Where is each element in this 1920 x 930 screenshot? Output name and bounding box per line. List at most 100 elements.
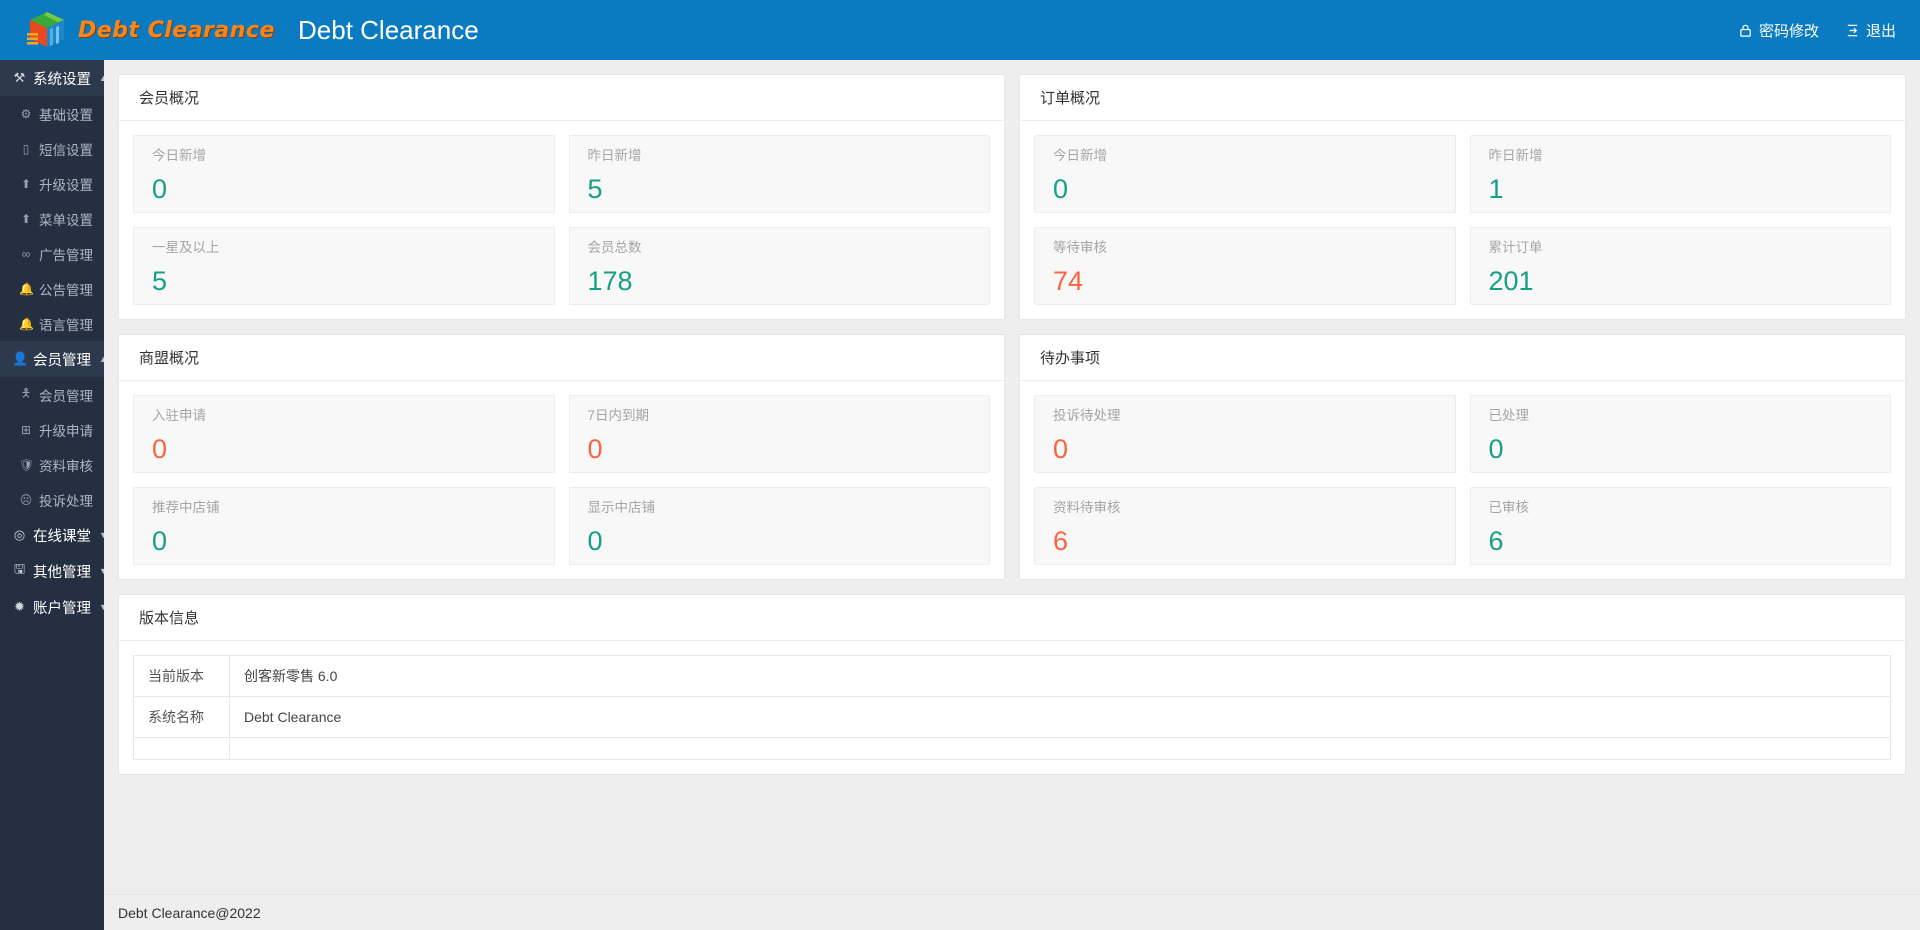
sidebar-group-online-classroom[interactable]: ◎ 在线课堂 ▼ bbox=[0, 517, 104, 553]
sidebar-item-upgrade-application[interactable]: ⊞ 升级申请 bbox=[0, 412, 104, 447]
stat-value: 74 bbox=[1053, 265, 1084, 296]
sidebar-group-label: 在线课堂 bbox=[33, 528, 91, 545]
table-cell-key: 当前版本 bbox=[133, 655, 230, 697]
lock-icon bbox=[1738, 23, 1753, 38]
logout-button[interactable]: 退出 bbox=[1845, 20, 1896, 41]
stat-card-member-today[interactable]: 今日新增 0 bbox=[133, 135, 555, 213]
up-circle-icon: ⬆ bbox=[20, 176, 32, 191]
sidebar-group-system-settings[interactable]: ⚒ 系统设置 ▲ bbox=[0, 60, 104, 96]
stat-label: 今日新增 bbox=[152, 148, 206, 163]
change-password-label: 密码修改 bbox=[1758, 22, 1819, 40]
sidebar-item-basic-settings[interactable]: ⚙ 基础设置 bbox=[0, 96, 104, 131]
stat-card-member-total[interactable]: 会员总数 178 bbox=[568, 227, 990, 305]
change-password-button[interactable]: 密码修改 bbox=[1738, 20, 1819, 41]
sidebar-group-other-management[interactable]: 🖫 其他管理 ▼ bbox=[0, 553, 104, 589]
stat-card-todo-complaints-pending[interactable]: 投诉待处理 0 bbox=[1034, 395, 1456, 473]
stat-label: 资料待审核 bbox=[1053, 500, 1121, 515]
panel-title: 订单概况 bbox=[1020, 75, 1905, 121]
panel-title: 商盟概况 bbox=[119, 335, 1004, 381]
stat-value: 0 bbox=[152, 173, 168, 204]
stat-label: 昨日新增 bbox=[1488, 148, 1543, 163]
stat-card-order-pending-review[interactable]: 等待审核 74 bbox=[1034, 227, 1456, 305]
stat-label: 一星及以上 bbox=[152, 240, 220, 255]
sidebar-group-label: 其他管理 bbox=[33, 564, 91, 581]
stat-card-todo-profiles-pending[interactable]: 资料待审核 6 bbox=[1034, 487, 1456, 565]
sidebar-item-complaint-handling[interactable]: ☹ 投诉处理 bbox=[0, 482, 104, 517]
sidebar-item-sms-settings[interactable]: ▯ 短信设置 bbox=[0, 131, 104, 166]
stat-label: 已处理 bbox=[1488, 408, 1530, 423]
table-row: 系统名称 Debt Clearance bbox=[133, 696, 1891, 738]
sidebar-item-label: 升级申请 bbox=[39, 423, 93, 439]
sidebar-item-member-management[interactable]: 🯅 会员管理 bbox=[0, 377, 104, 412]
sidebar-group-label: 会员管理 bbox=[33, 352, 91, 369]
sidebar-nav: ⚒ 系统设置 ▲ ⚙ 基础设置 ▯ 短信设置 ⬆ 升级设置 ⬆ 菜单设置 ∞ 广… bbox=[0, 60, 104, 930]
stat-card-member-yesterday[interactable]: 昨日新增 5 bbox=[568, 135, 990, 213]
brand-block[interactable]: Debt Clearance bbox=[0, 0, 274, 60]
footer-bar: Debt Clearance@2022 bbox=[104, 894, 1920, 930]
panel-title: 待办事项 bbox=[1020, 335, 1905, 381]
bell-icon: 🔔 bbox=[19, 281, 34, 296]
sidebar-item-upgrade-settings[interactable]: ⬆ 升级设置 bbox=[0, 166, 104, 201]
stat-row: 等待审核 74 累计订单 201 bbox=[1034, 227, 1891, 305]
mobile-icon: ▯ bbox=[22, 141, 30, 156]
stat-label: 等待审核 bbox=[1053, 240, 1107, 255]
footer-copyright: Debt Clearance@2022 bbox=[118, 904, 261, 921]
stat-value: 5 bbox=[587, 173, 603, 204]
grid-icon: ⊞ bbox=[20, 422, 32, 437]
panel-version-info: 版本信息 当前版本 创客新零售 6.0 系统名称 Debt Clearance bbox=[118, 594, 1906, 775]
table-row-empty bbox=[133, 737, 1891, 760]
stat-label: 入驻申请 bbox=[152, 408, 206, 423]
up-circle-icon: ⬆ bbox=[20, 211, 32, 226]
table-row: 当前版本 创客新零售 6.0 bbox=[133, 655, 1891, 697]
stat-label: 投诉待处理 bbox=[1053, 408, 1121, 423]
sidebar-group-member-management[interactable]: 👤 会员管理 ▲ bbox=[0, 341, 104, 377]
stat-label: 会员总数 bbox=[587, 240, 642, 255]
shield-check-icon: 🛡 bbox=[19, 457, 35, 472]
sidebar-item-menu-settings[interactable]: ⬆ 菜单设置 bbox=[0, 201, 104, 236]
stat-card-order-today[interactable]: 今日新增 0 bbox=[1034, 135, 1456, 213]
sidebar-item-label: 会员管理 bbox=[39, 388, 93, 404]
sidebar-item-ad-management[interactable]: ∞ 广告管理 bbox=[0, 236, 104, 271]
stat-value: 6 bbox=[1488, 525, 1504, 556]
stat-value: 0 bbox=[1053, 433, 1069, 464]
panel-alliance-overview: 商盟概况 入驻申请 0 7日内到期 0 推荐中店铺 0 显示中店铺 0 bbox=[118, 334, 1005, 580]
sidebar-item-language-management[interactable]: 🔔 语言管理 bbox=[0, 306, 104, 341]
stat-value: 0 bbox=[1488, 433, 1504, 464]
table-cell-key bbox=[133, 737, 230, 760]
stat-card-todo-profiles-reviewed[interactable]: 已审核 6 bbox=[1469, 487, 1891, 565]
sidebar-item-label: 菜单设置 bbox=[39, 212, 93, 228]
header-actions: 密码修改 退出 bbox=[1738, 20, 1920, 41]
stat-card-order-yesterday[interactable]: 昨日新增 1 bbox=[1469, 135, 1891, 213]
chevron-down-icon: ▼ bbox=[99, 602, 104, 612]
panel-order-overview: 订单概况 今日新增 0 昨日新增 1 等待审核 74 累计订单 201 bbox=[1019, 74, 1906, 320]
bell-icon: 🔔 bbox=[19, 316, 34, 331]
stat-value: 178 bbox=[587, 265, 633, 296]
sidebar-item-announcement-management[interactable]: 🔔 公告管理 bbox=[0, 271, 104, 306]
stat-card-alliance-applications[interactable]: 入驻申请 0 bbox=[133, 395, 555, 473]
stat-card-order-total[interactable]: 累计订单 201 bbox=[1469, 227, 1891, 305]
logout-icon bbox=[1845, 23, 1860, 38]
stat-card-alliance-visible-stores[interactable]: 显示中店铺 0 bbox=[568, 487, 990, 565]
stat-value: 6 bbox=[1053, 525, 1069, 556]
table-cell-value: 创客新零售 6.0 bbox=[229, 655, 1891, 697]
stat-card-todo-complaints-handled[interactable]: 已处理 0 bbox=[1469, 395, 1891, 473]
main-content: 会员概况 今日新增 0 昨日新增 5 一星及以上 5 会员总数 178 订单概况… bbox=[104, 60, 1920, 930]
stat-label: 7日内到期 bbox=[587, 408, 650, 423]
stat-row: 一星及以上 5 会员总数 178 bbox=[133, 227, 990, 305]
sidebar-item-profile-review[interactable]: 🛡 资料审核 bbox=[0, 447, 104, 482]
stat-row: 资料待审核 6 已审核 6 bbox=[1034, 487, 1891, 565]
stat-card-alliance-expiring-7days[interactable]: 7日内到期 0 bbox=[568, 395, 990, 473]
sidebar-group-account-management[interactable]: ✹ 账户管理 ▼ bbox=[0, 589, 104, 625]
stat-card-member-onestar-plus[interactable]: 一星及以上 5 bbox=[133, 227, 555, 305]
panel-title: 版本信息 bbox=[119, 595, 1905, 641]
chevron-up-icon: ▲ bbox=[99, 73, 104, 83]
cube-logo-icon bbox=[26, 9, 68, 51]
logout-label: 退出 bbox=[1865, 22, 1896, 40]
stat-row: 推荐中店铺 0 显示中店铺 0 bbox=[133, 487, 990, 565]
sidebar-item-label: 升级设置 bbox=[39, 177, 93, 193]
sidebar-group-label: 系统设置 bbox=[33, 71, 91, 88]
stat-card-alliance-featured-stores[interactable]: 推荐中店铺 0 bbox=[133, 487, 555, 565]
sidebar-item-label: 广告管理 bbox=[39, 247, 93, 263]
stat-value: 0 bbox=[587, 525, 603, 556]
sidebar-item-label: 语言管理 bbox=[39, 317, 93, 333]
